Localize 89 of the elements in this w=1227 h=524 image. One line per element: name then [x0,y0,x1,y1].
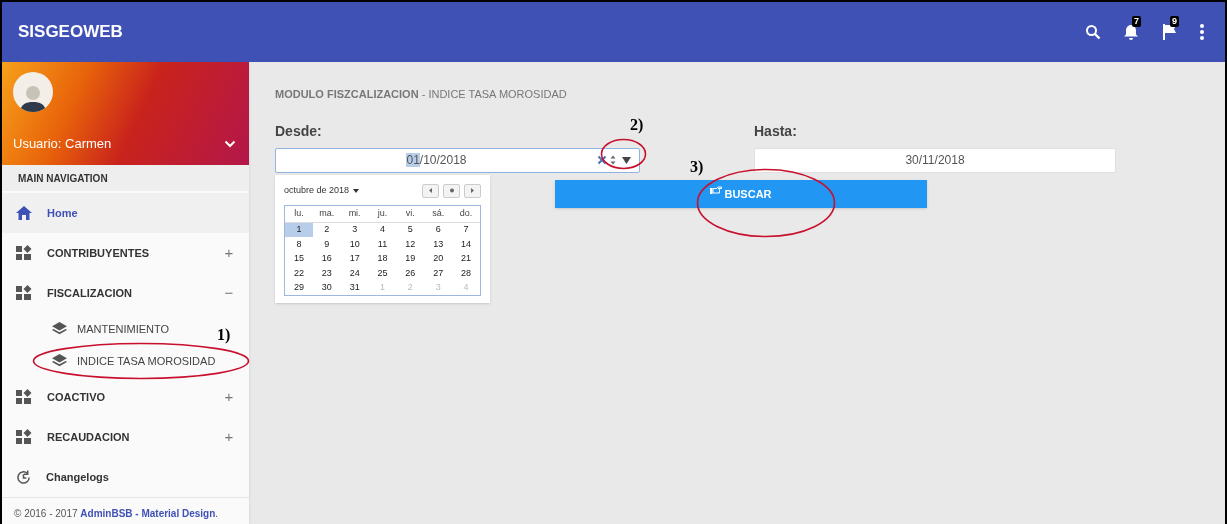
annotation-label: 3) [690,159,704,175]
layers-icon [52,354,67,368]
dropdown-arrow-icon[interactable] [622,156,631,164]
clear-icon[interactable] [597,155,607,165]
expand-toggle[interactable]: + [223,425,235,449]
calendar-day[interactable]: 23 [312,266,341,281]
weekday-label: ma. [312,205,341,223]
weekday-label: lu. [285,205,313,223]
notification-badge: 7 [1132,16,1141,27]
nav-item[interactable]: RECAUDACION + [2,417,249,457]
expand-toggle[interactable]: + [223,385,235,409]
date-field[interactable]: 30/11/2018 [754,147,1116,173]
calendar-day[interactable]: 10 [340,237,369,252]
nav-item[interactable]: COACTIVO + [2,377,249,417]
more-icon[interactable] [1199,23,1205,41]
caret-left-icon [428,187,433,194]
bell-icon[interactable] [1123,23,1139,41]
calendar-day[interactable]: 5 [396,222,425,237]
calendar-day[interactable]: 8 [285,237,313,252]
previous-month-button[interactable] [422,183,439,198]
weekday-label: mi. [340,205,369,223]
notification-badge: 9 [1170,16,1179,27]
calendar-day[interactable]: 12 [396,237,425,252]
layers-icon [52,322,67,336]
annotation-ellipse [600,138,647,170]
calendar-day[interactable]: 25 [368,266,397,281]
calendar-day[interactable]: 21 [452,251,480,266]
nav-subitem[interactable]: INDICE TASA MOROSIDAD [2,345,220,377]
footer-text: © 2016 - 2017 AdminBSB - Material Design. [2,497,249,524]
widgets-icon [16,285,32,301]
widgets-icon [16,245,32,261]
history-icon [16,469,31,485]
weekday-label: ju. [368,205,397,223]
widgets-icon [16,389,32,405]
next-month-button[interactable] [464,183,481,198]
home-icon [16,206,32,220]
nav-item[interactable]: CONTRIBUYENTES + [2,233,249,273]
date-field[interactable]: 01/10/2018 [275,147,640,173]
calendar-day[interactable]: 7 [452,222,480,237]
expand-toggle[interactable]: + [223,241,235,265]
weekday-label: vi. [396,205,425,223]
flag-icon[interactable] [1161,23,1177,41]
calendar-day[interactable]: 13 [424,237,453,252]
calendar-day[interactable]: 2 [312,222,341,237]
nav-item[interactable]: FISCALIZACION − [2,273,249,313]
calendar-day[interactable]: 29 [285,280,313,295]
search-icon[interactable] [1085,24,1101,40]
chevron-down-icon[interactable] [224,139,236,148]
calendar-day[interactable]: 4 [368,222,397,237]
dot-icon [449,187,454,194]
annotation-label: 2) [630,117,644,133]
weekday-label: do. [452,205,480,223]
field-label: Hasta: [754,121,797,141]
calendar-day[interactable]: 18 [368,251,397,266]
calendar-day[interactable]: 16 [312,251,341,266]
calendar-day[interactable]: 20 [424,251,453,266]
calendar-day[interactable]: 11 [368,237,397,252]
expand-toggle[interactable]: − [223,281,235,305]
calendar-day[interactable]: 6 [424,222,453,237]
calendar-day[interactable]: 24 [340,266,369,281]
user-name: Usuario: Carmen [13,135,112,153]
annotation-label: 1) [217,327,231,343]
calendar-day[interactable]: 15 [285,251,313,266]
calendar-day[interactable]: 27 [424,266,453,281]
field-label: Desde: [275,121,322,141]
nav-subitem[interactable]: MANTENIMIENTO [2,313,174,345]
spinner-icon[interactable] [610,155,616,165]
nav-item[interactable]: Home [2,193,249,233]
calendar-day[interactable]: 22 [285,266,313,281]
calendar-day[interactable]: 17 [340,251,369,266]
today-button[interactable] [443,183,460,198]
widgets-icon [16,429,32,445]
app-title[interactable]: SISGEOWEB [18,19,123,45]
breadcrumb: MODULO FISZCALIZACION - INDICE TASA MOROSIDAD [275,87,568,102]
pointing-hand-icon [710,186,723,195]
calendar-day[interactable]: 31 [340,280,369,295]
calendar-day[interactable]: 9 [312,237,341,252]
caret-right-icon [470,187,475,194]
caret-icon[interactable] [353,188,360,193]
calendar-day[interactable]: 14 [452,237,480,252]
nav-header: MAIN NAVIGATION [2,165,249,191]
weekday-label: sá. [424,205,453,223]
calendar-day[interactable]: 19 [396,251,425,266]
calendar-day[interactable]: 3 [340,222,369,237]
calendar-day[interactable]: 28 [452,266,480,281]
calendar-day[interactable]: 30 [312,280,341,295]
nav-item[interactable]: Changelogs [2,457,249,497]
month-selector[interactable]: octubre de 2018 [284,183,350,198]
calendar-day[interactable]: 26 [396,266,425,281]
